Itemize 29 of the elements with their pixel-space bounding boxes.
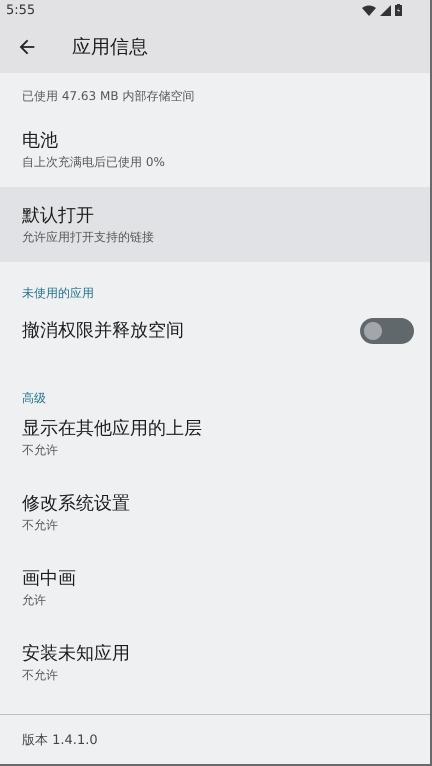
item-title: 安装未知应用 [22, 642, 131, 666]
item-summary: 不允许 [22, 442, 59, 458]
item-title: 电池 [22, 128, 59, 152]
toggle-switch[interactable] [360, 318, 414, 344]
item-summary: 已使用 47.63 MB 内部存储空间 [22, 88, 196, 104]
item-summary: 自上次充满电后已使用 0% [22, 154, 166, 170]
wifi-icon [362, 4, 376, 16]
section-header: 未使用的应用 [22, 286, 94, 301]
settings-item[interactable]: 默认打开 允许应用打开支持的链接 [0, 187, 430, 262]
item-summary: 允许 [22, 592, 47, 608]
settings-item[interactable]: 修改系统设置 不允许 [0, 475, 430, 550]
item-title: 撤消权限并释放空间 [22, 319, 184, 343]
settings-item[interactable]: 已使用 47.63 MB 内部存储空间 [0, 73, 430, 112]
battery-icon [395, 4, 402, 16]
item-summary: 不允许 [22, 666, 59, 684]
section-header: 高级 [22, 391, 46, 406]
item-summary: 不允许 [22, 516, 59, 534]
version-text: 版本 1.4.1.0 [22, 732, 98, 748]
item-title: 画中画 [22, 566, 77, 590]
item-title: 默认打开 [22, 204, 95, 228]
item-title: 显示在其他应用的上层 [22, 416, 203, 440]
settings-item[interactable]: 安装未知应用 不允许 [0, 625, 430, 700]
app-bar-title: 应用信息 [72, 34, 148, 60]
settings-item[interactable]: 画中画 允许 [0, 550, 430, 625]
item-summary: 允许应用打开支持的链接 [22, 228, 155, 246]
item-title: 修改系统设置 [22, 492, 131, 516]
settings-item[interactable]: 电池 自上次充满电后已使用 0% [0, 112, 430, 187]
status-time: 5:55 [6, 2, 36, 18]
signal-icon [380, 4, 391, 16]
